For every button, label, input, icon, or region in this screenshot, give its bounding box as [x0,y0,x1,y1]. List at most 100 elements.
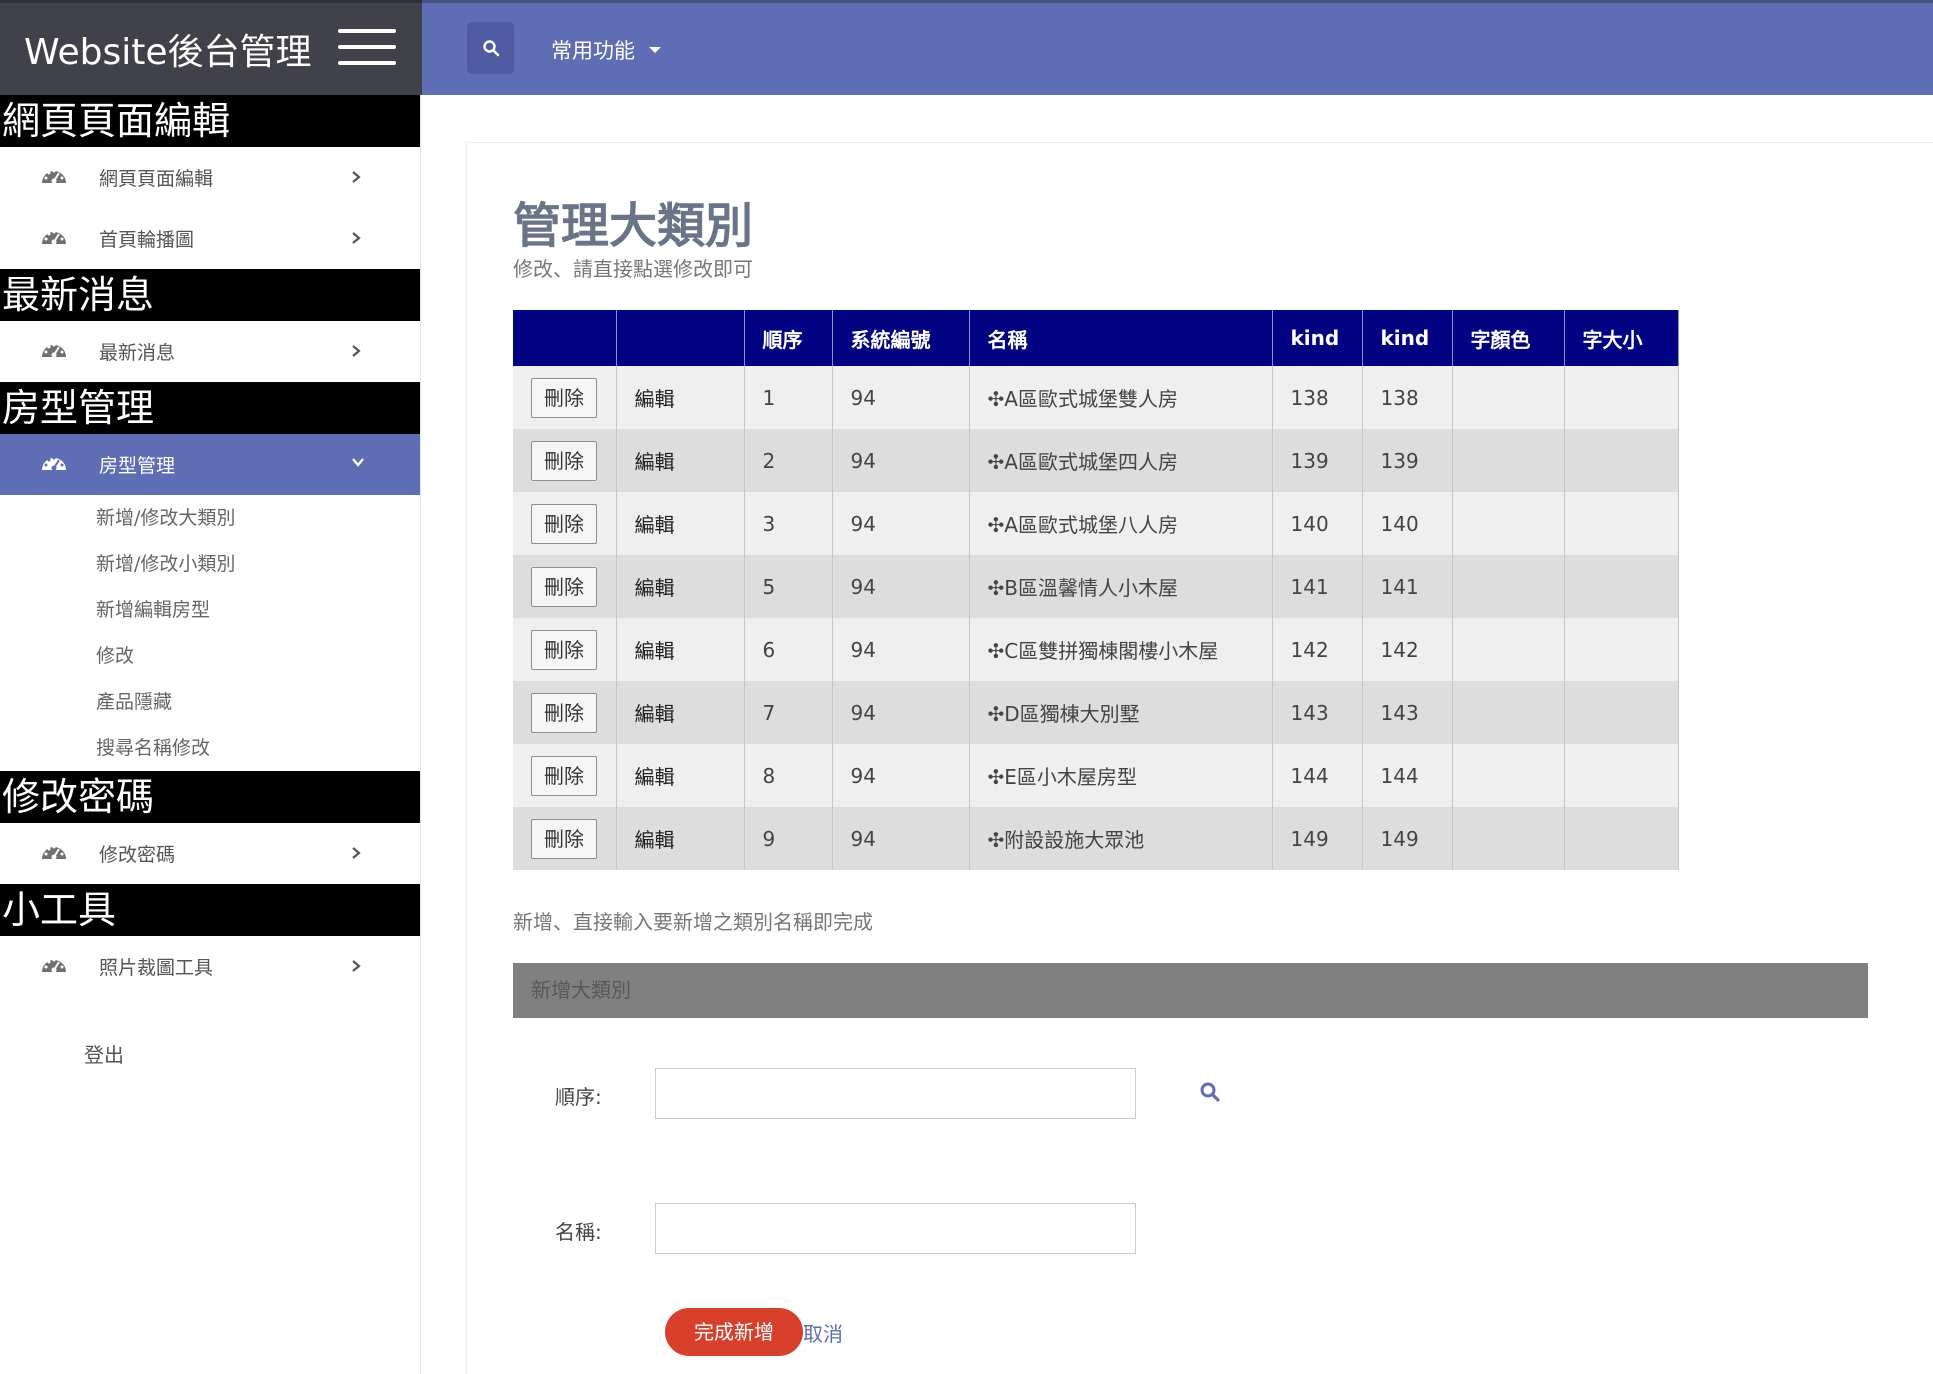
edit-link[interactable]: 編輯 [635,576,675,600]
table-cell-sysno: 94 [832,429,970,492]
cell-name[interactable]: ✣D區獨棟大別墅 [988,702,1140,726]
table-cell-order: 3 [744,492,833,555]
name-input[interactable] [656,1204,1135,1253]
logout-link[interactable]: 登出 [0,1025,420,1085]
sidebar-item-password[interactable]: 修改密碼 [0,823,420,884]
section-head-news: 最新消息 [0,269,420,321]
cell-order: 3 [762,511,776,536]
sidebar-item-news[interactable]: 最新消息 [0,321,420,382]
sidebar-item-web-edit[interactable]: 網頁頁面編輯 [0,147,420,208]
table-cell-name: ✣C區雙拼獨棟閣樓小木屋 [969,618,1273,681]
subitem-hide-product[interactable]: 產品隱藏 [0,679,420,725]
table-cell-edit: 編輯 [616,618,745,681]
delete-button[interactable]: 刪除 [531,503,597,544]
search-button[interactable] [467,22,514,74]
table-cell-edit: 編輯 [616,681,745,744]
table-cell-order: 1 [744,366,833,429]
cell-name[interactable]: ✣B區溫馨情人小木屋 [988,576,1178,600]
cell-name[interactable]: ✣E區小木屋房型 [988,765,1137,789]
chevron-right-icon [352,171,361,183]
table-cell-name: ✣E區小木屋房型 [969,744,1273,807]
col-header-sysno: 系統編號 [832,310,970,366]
table-cell-kind1: 140 [1272,492,1363,555]
delete-button[interactable]: 刪除 [531,818,597,859]
delete-button[interactable]: 刪除 [531,629,597,670]
cell-sysno: 94 [850,448,876,473]
dashboard-icon [42,169,66,184]
sidebar-item-label: 網頁頁面編輯 [99,168,214,190]
table-row: 刪除 編輯 2 94 ✣A區歐式城堡四人房 139 139 [513,429,1679,492]
delete-button[interactable]: 刪除 [531,755,597,796]
edit-link[interactable]: 編輯 [635,828,675,852]
sidebar-item-label: 首頁輪播圖 [99,229,195,251]
table-cell-sysno: 94 [832,366,970,429]
table-cell-kind2: 149 [1362,807,1453,870]
cell-name[interactable]: ✣C區雙拼獨棟閣樓小木屋 [988,639,1219,663]
dashboard-icon [42,343,66,358]
delete-button[interactable]: 刪除 [531,566,597,607]
table-cell-edit: 編輯 [616,807,745,870]
cell-kind-2: 143 [1380,700,1419,725]
page-title: 管理大類別 [513,198,754,254]
edit-link[interactable]: 編輯 [635,387,675,411]
table-cell-name: ✣D區獨棟大別墅 [969,681,1273,744]
edit-link[interactable]: 編輯 [635,765,675,789]
table-cell-sysno: 94 [832,681,970,744]
cell-order: 7 [762,700,776,725]
table-cell-color [1452,555,1565,618]
col-header-font-size: 字大小 [1564,310,1679,366]
table-cell-edit: 編輯 [616,555,745,618]
menu-toggle-icon[interactable] [338,29,396,65]
edit-link[interactable]: 編輯 [635,450,675,474]
table-cell-order: 5 [744,555,833,618]
subitem-category[interactable]: 新增/修改大類別 [0,495,420,541]
table-cell-delete: 刪除 [513,807,617,870]
delete-button[interactable]: 刪除 [531,440,597,481]
cell-name[interactable]: ✣附設設施大眾池 [988,828,1145,852]
col-header-font-color: 字顏色 [1452,310,1565,366]
table-cell-delete: 刪除 [513,681,617,744]
table-row: 刪除 編輯 7 94 ✣D區獨棟大別墅 143 143 [513,681,1679,744]
cell-name[interactable]: ✣A區歐式城堡雙人房 [988,387,1178,411]
delete-button[interactable]: 刪除 [531,377,597,418]
edit-link[interactable]: 編輯 [635,702,675,726]
chevron-right-icon [352,847,361,859]
table-cell-delete: 刪除 [513,744,617,807]
col-header-edit [616,310,745,366]
common-functions-dropdown[interactable]: 常用功能 [551,35,661,65]
search-icon[interactable] [1199,1081,1221,1103]
delete-button[interactable]: 刪除 [531,692,597,733]
order-input[interactable] [656,1069,1135,1118]
cell-order: 9 [762,826,776,851]
table-cell-color [1452,618,1565,681]
table-cell-sysno: 94 [832,492,970,555]
table-header-row: 順序 系統編號 名稱 kind kind 字顏色 字大小 [513,310,1679,366]
submit-add-button[interactable]: 完成新增 [665,1308,803,1356]
dashboard-icon [42,845,66,860]
cell-name[interactable]: ✣A區歐式城堡四人房 [988,450,1178,474]
cell-order: 8 [762,763,776,788]
table-cell-sysno: 94 [832,744,970,807]
cancel-link[interactable]: 取消 [803,1318,843,1347]
table-cell-size [1564,618,1679,681]
table-cell-color [1452,744,1565,807]
table-cell-size [1564,555,1679,618]
sidebar-item-crop-tool[interactable]: 照片裁圖工具 [0,936,420,997]
col-header-kind-2: kind [1362,310,1453,366]
table-cell-color [1452,366,1565,429]
col-header-order: 順序 [744,310,833,366]
table-cell-name: ✣附設設施大眾池 [969,807,1273,870]
sidebar-item-rooms[interactable]: 房型管理 [0,434,420,495]
subitem-modify[interactable]: 修改 [0,633,420,679]
sidebar-item-label: 修改密碼 [99,844,176,866]
sidebar-item-carousel[interactable]: 首頁輪播圖 [0,208,420,269]
table-cell-edit: 編輯 [616,366,745,429]
cell-name[interactable]: ✣A區歐式城堡八人房 [988,513,1178,537]
subitem-search-rename[interactable]: 搜尋名稱修改 [0,725,420,771]
edit-link[interactable]: 編輯 [635,513,675,537]
top-nav: 常用功能 [422,0,1933,95]
edit-link[interactable]: 編輯 [635,639,675,663]
subitem-subcategory[interactable]: 新增/修改小類別 [0,541,420,587]
brand-title: Website後台管理 [24,32,312,73]
subitem-room-edit[interactable]: 新增編輯房型 [0,587,420,633]
